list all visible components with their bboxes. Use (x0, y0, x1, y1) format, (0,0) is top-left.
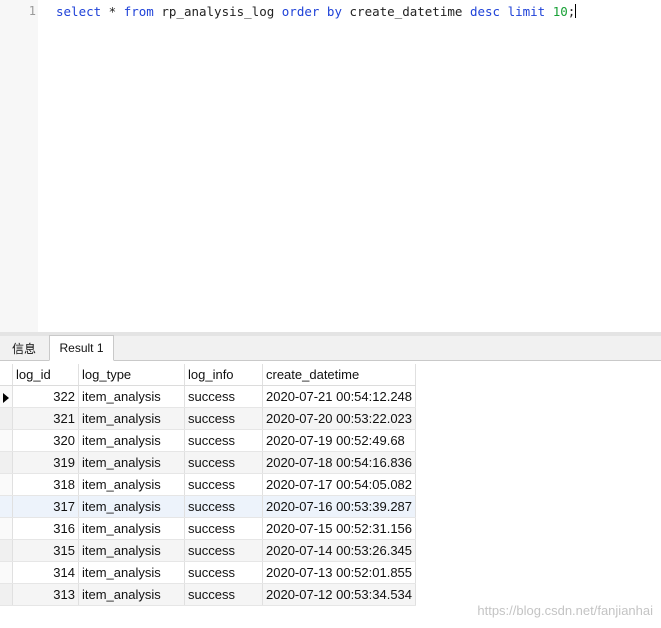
table-row[interactable]: 319 item_analysis success 2020-07-18 00:… (0, 451, 417, 474)
grid-header-row: log_id log_type log_info create_datetime (0, 364, 417, 386)
row-indicator (0, 473, 13, 496)
cell-log-type[interactable]: item_analysis (78, 495, 185, 518)
cell-create-datetime[interactable]: 2020-07-20 00:53:22.023 (262, 407, 417, 430)
cell-log-id[interactable]: 322 (12, 385, 79, 408)
table-row[interactable]: 318 item_analysis success 2020-07-17 00:… (0, 473, 417, 496)
cell-log-id[interactable]: 321 (12, 407, 79, 430)
cell-log-type[interactable]: item_analysis (78, 561, 185, 584)
keyword-order-by: order by (281, 4, 342, 19)
cell-log-type[interactable]: item_analysis (78, 473, 185, 496)
table-row[interactable]: 315 item_analysis success 2020-07-14 00:… (0, 539, 417, 562)
cell-log-id[interactable]: 317 (12, 495, 79, 518)
line-number-gutter: 1 (0, 0, 38, 332)
table-row[interactable]: 314 item_analysis success 2020-07-13 00:… (0, 561, 417, 584)
text-caret (575, 4, 577, 18)
table-row[interactable]: 316 item_analysis success 2020-07-15 00:… (0, 517, 417, 540)
token-column: create_datetime (342, 4, 470, 19)
row-indicator (0, 583, 13, 606)
row-indicator (0, 539, 13, 562)
column-header-log-info[interactable]: log_info (184, 364, 263, 386)
current-row-arrow-icon (3, 392, 9, 403)
row-indicator (0, 429, 13, 452)
keyword-desc-limit: desc limit (469, 4, 546, 19)
cell-log-type[interactable]: item_analysis (78, 539, 185, 562)
cell-create-datetime[interactable]: 2020-07-14 00:53:26.345 (262, 539, 417, 562)
keyword-select: select (56, 4, 102, 19)
cell-create-datetime[interactable]: 2020-07-21 00:54:12.248 (262, 385, 417, 408)
cell-log-id[interactable]: 320 (12, 429, 79, 452)
cell-log-info[interactable]: success (184, 473, 263, 496)
cell-create-datetime[interactable]: 2020-07-12 00:53:34.534 (262, 583, 417, 606)
cell-log-info[interactable]: success (184, 539, 263, 562)
cell-log-id[interactable]: 315 (12, 539, 79, 562)
sql-editor[interactable]: 1 select * from rp_analysis_log order by… (0, 0, 661, 332)
table-row[interactable]: 321 item_analysis success 2020-07-20 00:… (0, 407, 417, 430)
row-indicator (0, 451, 13, 474)
cell-log-info[interactable]: success (184, 407, 263, 430)
row-indicator (0, 517, 13, 540)
cell-log-id[interactable]: 313 (12, 583, 79, 606)
result-tab-bar: 信息 Result 1 (0, 335, 661, 361)
cell-log-info[interactable]: success (184, 517, 263, 540)
line-number: 1 (28, 4, 36, 18)
cell-log-info[interactable]: success (184, 583, 263, 606)
cell-log-info[interactable]: success (184, 495, 263, 518)
cell-log-type[interactable]: item_analysis (78, 517, 185, 540)
row-indicator (0, 495, 13, 518)
cell-create-datetime[interactable]: 2020-07-18 00:54:16.836 (262, 451, 417, 474)
tab-result-1[interactable]: Result 1 (49, 335, 114, 361)
token-star: * (101, 4, 124, 19)
cell-log-info[interactable]: success (184, 451, 263, 474)
cell-log-id[interactable]: 318 (12, 473, 79, 496)
token-limit-number: 10 (552, 4, 568, 19)
cell-log-id[interactable]: 319 (12, 451, 79, 474)
cell-create-datetime[interactable]: 2020-07-16 00:53:39.287 (262, 495, 417, 518)
table-row[interactable]: 317 item_analysis success 2020-07-16 00:… (0, 495, 417, 518)
column-header-log-id[interactable]: log_id (12, 364, 79, 386)
cell-log-info[interactable]: success (184, 385, 263, 408)
cell-create-datetime[interactable]: 2020-07-13 00:52:01.855 (262, 561, 417, 584)
watermark: https://blog.csdn.net/fanjianhai (477, 603, 653, 618)
token-semicolon: ; (567, 4, 576, 19)
cell-log-info[interactable]: success (184, 429, 263, 452)
cell-create-datetime[interactable]: 2020-07-17 00:54:05.082 (262, 473, 417, 496)
cell-log-id[interactable]: 314 (12, 561, 79, 584)
table-row[interactable]: 322 item_analysis success 2020-07-21 00:… (0, 385, 417, 408)
sql-query-line[interactable]: select * from rp_analysis_log order by c… (56, 3, 577, 20)
cell-create-datetime[interactable]: 2020-07-19 00:52:49.68 (262, 429, 417, 452)
token-table: rp_analysis_log (153, 4, 282, 19)
cell-log-type[interactable]: item_analysis (78, 583, 185, 606)
cell-log-type[interactable]: item_analysis (78, 407, 185, 430)
result-grid: log_id log_type log_info create_datetime… (0, 364, 417, 606)
tab-info[interactable]: 信息 (2, 337, 46, 361)
row-indicator (0, 385, 13, 408)
table-row[interactable]: 320 item_analysis success 2020-07-19 00:… (0, 429, 417, 452)
column-header-create-datetime[interactable]: create_datetime (262, 364, 417, 386)
result-grid-area: log_id log_type log_info create_datetime… (0, 361, 661, 628)
row-indicator-header (0, 364, 13, 386)
cell-create-datetime[interactable]: 2020-07-15 00:52:31.156 (262, 517, 417, 540)
cell-log-type[interactable]: item_analysis (78, 429, 185, 452)
row-indicator (0, 407, 13, 430)
cell-log-type[interactable]: item_analysis (78, 451, 185, 474)
table-row[interactable]: 313 item_analysis success 2020-07-12 00:… (0, 583, 417, 606)
cell-log-type[interactable]: item_analysis (78, 385, 185, 408)
column-header-log-type[interactable]: log_type (78, 364, 185, 386)
cell-log-info[interactable]: success (184, 561, 263, 584)
row-indicator (0, 561, 13, 584)
cell-log-id[interactable]: 316 (12, 517, 79, 540)
keyword-from: from (123, 4, 154, 19)
